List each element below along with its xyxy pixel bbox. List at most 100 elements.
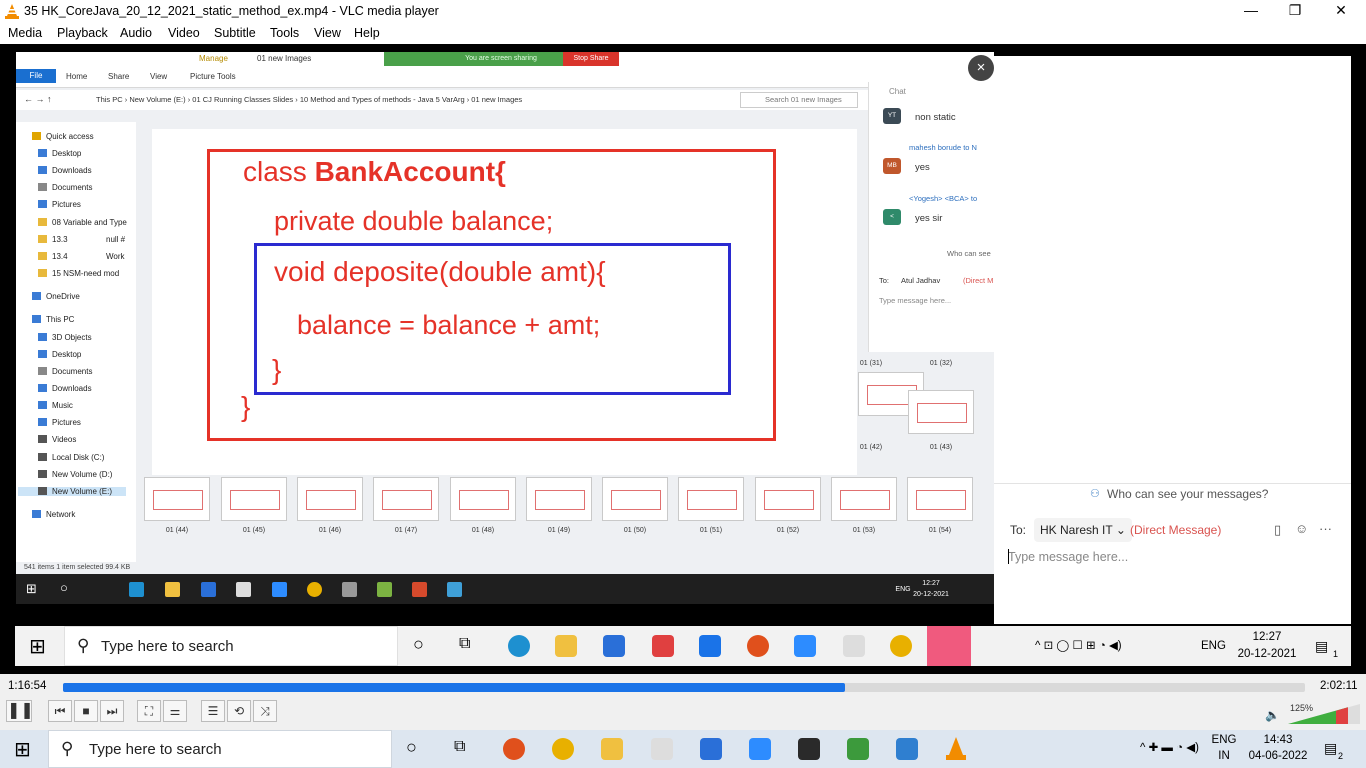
image-thumbnail[interactable] <box>221 477 287 521</box>
cortana-icon[interactable]: ○ <box>60 580 68 595</box>
task-view-icon[interactable]: ⧉ <box>454 738 465 756</box>
image-thumbnail[interactable] <box>373 477 439 521</box>
nav-item[interactable]: 08 Variable and Type <box>38 218 127 227</box>
file-explorer-icon[interactable] <box>601 738 623 760</box>
store-icon[interactable] <box>700 738 722 760</box>
record-icon[interactable] <box>503 738 525 760</box>
ribbon-tab-file[interactable]: File <box>16 69 56 83</box>
explorer-search-input[interactable]: Search 01 new Images <box>740 92 858 108</box>
fullscreen-button[interactable]: ⛶ <box>137 700 161 722</box>
app-icon[interactable] <box>412 582 427 597</box>
record-icon[interactable] <box>747 635 769 657</box>
photos-icon[interactable] <box>896 738 918 760</box>
store-icon[interactable] <box>201 582 216 597</box>
image-thumbnail[interactable] <box>907 477 973 521</box>
image-thumbnail[interactable] <box>450 477 516 521</box>
nav-item[interactable]: Desktop <box>38 350 81 359</box>
minimize-button[interactable]: — <box>1228 0 1274 23</box>
previous-button[interactable]: ⏮ <box>48 700 72 722</box>
nav-item[interactable]: Local Disk (C:) <box>38 453 104 462</box>
language-indicator[interactable]: ENG <box>1201 638 1226 654</box>
nav-item[interactable]: Quick access <box>32 132 94 141</box>
tray-icons[interactable]: ^ ✚ ▬ ◔ ◀) <box>1140 740 1199 756</box>
close-sharing-icon[interactable]: × <box>968 55 994 81</box>
nav-item[interactable]: Downloads <box>38 166 92 175</box>
maximize-button[interactable]: ❐ <box>1272 0 1318 23</box>
clock-time[interactable]: 14:43 <box>1238 732 1318 748</box>
nav-item[interactable]: OneDrive <box>32 292 80 301</box>
gift-icon[interactable] <box>652 635 674 657</box>
windows-start-icon[interactable]: ⊞ <box>29 634 46 659</box>
nav-item[interactable]: Documents <box>38 183 92 192</box>
excel-icon[interactable] <box>847 738 869 760</box>
image-thumbnail[interactable] <box>678 477 744 521</box>
nav-item[interactable]: Network <box>32 510 75 519</box>
volume-slider[interactable] <box>1288 704 1360 724</box>
back-arrow-icon[interactable]: ← → ↑ <box>24 94 52 104</box>
vlc-cone-icon[interactable] <box>945 737 967 761</box>
nav-item[interactable]: This PC <box>32 315 74 324</box>
nav-item[interactable]: Videos <box>38 435 76 444</box>
notification-icon[interactable]: ▤ <box>1315 638 1328 654</box>
emoji-icon[interactable]: ☺ <box>1295 521 1308 536</box>
image-thumbnail[interactable] <box>831 477 897 521</box>
nav-item[interactable]: Desktop <box>38 149 81 158</box>
close-button[interactable]: ✕ <box>1318 0 1364 23</box>
chrome-icon[interactable] <box>890 635 912 657</box>
zoom-icon[interactable] <box>272 582 287 597</box>
ribbon-tab-view[interactable]: View <box>150 72 167 81</box>
snip-icon[interactable] <box>651 738 673 760</box>
clock-time[interactable]: 12:27 <box>1227 629 1307 645</box>
more-icon[interactable]: ··· <box>1319 521 1332 536</box>
nav-item[interactable]: Documents <box>38 367 92 376</box>
nav-item[interactable]: 13.4 <box>38 252 68 261</box>
menu-media[interactable]: Media <box>8 26 42 40</box>
stop-button[interactable]: ■ <box>74 700 98 722</box>
chat-message-input[interactable] <box>1008 545 1338 569</box>
snip-icon[interactable] <box>843 635 865 657</box>
windows-start-icon[interactable]: ⊞ <box>26 581 37 597</box>
file-icon[interactable]: ▯ <box>1274 522 1281 538</box>
clock-date[interactable]: 20-12-2021 <box>1227 646 1307 662</box>
menu-video[interactable]: Video <box>168 26 200 40</box>
menu-view[interactable]: View <box>314 26 341 40</box>
who-can-see-link[interactable]: Who can see your messages? <box>1107 487 1268 501</box>
nav-item[interactable]: New Volume (D:) <box>38 470 112 479</box>
nav-item[interactable]: 13.3 <box>38 235 68 244</box>
ribbon-tab-home[interactable]: Home <box>66 72 87 81</box>
nav-item[interactable]: New Volume (E:) <box>18 487 126 496</box>
cortana-icon[interactable]: ○ <box>406 737 417 758</box>
shuffle-button[interactable]: ⤨ <box>253 700 277 722</box>
zoom-icon[interactable] <box>749 738 771 760</box>
clock-date[interactable]: 04-06-2022 <box>1238 748 1318 764</box>
taskbar-search[interactable]: ⚲ Type here to search <box>64 626 398 666</box>
menu-help[interactable]: Help <box>354 26 380 40</box>
task-view-icon[interactable]: ⧉ <box>459 635 470 653</box>
image-thumbnail[interactable] <box>908 390 974 434</box>
nav-item[interactable]: Music <box>38 401 73 410</box>
app-icon[interactable] <box>377 582 392 597</box>
nav-item[interactable]: 15 NSM-need mod <box>38 269 119 278</box>
mail-icon[interactable] <box>236 582 251 597</box>
notification-icon[interactable]: ▤ <box>1324 740 1337 756</box>
next-button[interactable]: ⏭ <box>100 700 124 722</box>
chrome-icon[interactable] <box>307 582 322 597</box>
host-search[interactable]: ⚲ Type here to search <box>48 730 392 768</box>
menu-subtitle[interactable]: Subtitle <box>214 26 256 40</box>
stop-share-button[interactable]: Stop Share <box>563 52 619 66</box>
address-bar[interactable]: ← → ↑ This PC › New Volume (E:) › 01 CJ … <box>16 90 994 110</box>
ribbon-tab-share[interactable]: Share <box>108 72 129 81</box>
menu-playback[interactable]: Playback <box>57 26 108 40</box>
file-explorer-icon[interactable] <box>165 582 180 597</box>
photos-icon[interactable] <box>447 582 462 597</box>
tray-icons[interactable]: ^ ⊡ ◯ ☐ ⊞ ◔ ◀) <box>1035 638 1122 654</box>
windows-start-icon[interactable]: ⊞ <box>14 737 31 762</box>
nav-item[interactable]: Pictures <box>38 418 81 427</box>
image-thumbnail[interactable] <box>602 477 668 521</box>
store-icon[interactable] <box>603 635 625 657</box>
language-indicator[interactable]: ENG <box>1210 732 1238 748</box>
image-thumbnail[interactable] <box>297 477 363 521</box>
app-icon[interactable] <box>342 582 357 597</box>
image-thumbnail[interactable] <box>144 477 210 521</box>
edge-icon[interactable] <box>129 582 144 597</box>
